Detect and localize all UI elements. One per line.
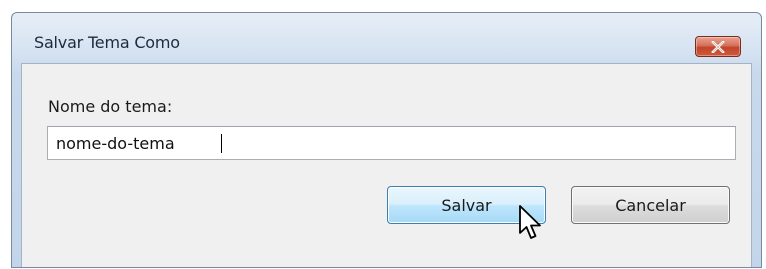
theme-name-input[interactable] bbox=[47, 126, 736, 160]
dialog-title: Salvar Tema Como bbox=[34, 33, 180, 52]
theme-name-label: Nome do tema: bbox=[48, 97, 173, 116]
dialog-body: Nome do tema: Salvar Cancelar bbox=[21, 63, 752, 267]
save-theme-dialog: Salvar Tema Como Nome do tema: Salvar Ca… bbox=[11, 12, 762, 268]
dialog-titlebar[interactable]: Salvar Tema Como bbox=[12, 13, 761, 63]
text-caret bbox=[221, 134, 222, 153]
save-button[interactable]: Salvar bbox=[387, 186, 546, 224]
close-icon bbox=[711, 40, 725, 53]
cancel-button[interactable]: Cancelar bbox=[571, 186, 730, 224]
close-button[interactable] bbox=[695, 36, 741, 57]
